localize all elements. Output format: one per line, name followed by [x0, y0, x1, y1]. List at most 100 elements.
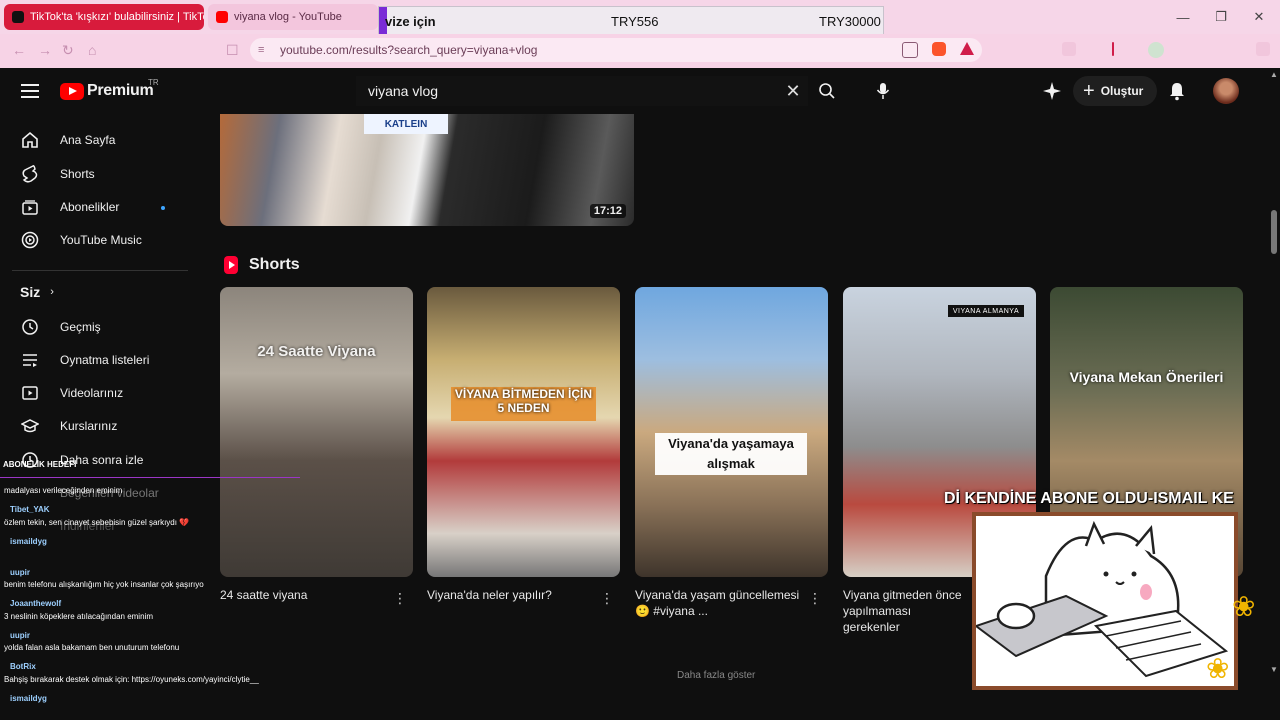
create-button[interactable]: + Oluştur: [1073, 76, 1157, 106]
youtube-play-icon: [60, 82, 84, 100]
minimize-icon[interactable]: —: [1164, 0, 1202, 34]
logo-text: Premium: [87, 82, 154, 99]
sidebar-item-label: Geçmiş: [60, 320, 101, 334]
more-options-icon[interactable]: ⋮: [393, 590, 407, 607]
video-thumbnail[interactable]: KATLEIN 17:12: [220, 114, 634, 226]
shorts-logo-icon: [224, 256, 238, 274]
extension-icon[interactable]: [1062, 42, 1076, 56]
short-title[interactable]: Viyana'da yaşam güncellemesi 🙂 #viyana .…: [635, 587, 801, 619]
search-button[interactable]: [810, 76, 844, 106]
sidebar-item-subscriptions[interactable]: Abonelikler: [0, 191, 200, 223]
sunflower-decoration-icon: ❀: [1206, 653, 1230, 684]
youtube-premium-icon-button[interactable]: [1042, 76, 1066, 106]
scroll-down-icon[interactable]: ▼: [1270, 665, 1278, 674]
chat-username: Tibet_YAK: [10, 505, 50, 514]
chat-message: madalyası verileceğinden eminim: [4, 486, 123, 495]
profile-icon[interactable]: [1148, 42, 1164, 58]
sidebar-item-youtube-music[interactable]: YouTube Music: [0, 224, 200, 256]
bongo-cat-overlay: [972, 512, 1238, 690]
menu-icon[interactable]: [1256, 42, 1270, 56]
sunflower-decoration-icon: ❀: [1232, 591, 1256, 622]
history-icon: [20, 317, 40, 337]
sidebar-you-header[interactable]: Siz ›: [20, 284, 54, 300]
sidebar-item-your-videos[interactable]: Videolarınız: [0, 377, 200, 409]
tab-youtube[interactable]: viyana vlog - YouTube: [208, 4, 378, 30]
site-info-icon[interactable]: ≡: [258, 44, 270, 56]
donation-goal-overlay: vize için TRY556 TRY30000: [378, 6, 884, 36]
search-input[interactable]: viyana vlog ✕: [356, 76, 808, 106]
short-card[interactable]: Viyana'da yaşamaya alışmak: [635, 287, 828, 577]
more-options-icon[interactable]: ⋮: [808, 590, 822, 607]
rewards-icon[interactable]: [960, 42, 974, 55]
sidebar-item-label: Shorts: [60, 167, 95, 181]
video-duration: 17:12: [589, 204, 626, 218]
stream-chat-overlay: ABONELİK HEDEFİ madalyası verileceğinden…: [0, 456, 300, 720]
avatar[interactable]: [1213, 78, 1239, 104]
donation-goal: TRY30000: [819, 14, 881, 29]
scrollbar-thumb[interactable]: [1271, 210, 1277, 254]
donation-current: TRY556: [611, 14, 659, 29]
sidebar-item-shorts[interactable]: Shorts: [0, 158, 200, 190]
shorts-title: Shorts: [249, 256, 300, 273]
more-options-icon[interactable]: ⋮: [600, 590, 614, 607]
chevron-right-icon: ›: [50, 286, 54, 298]
your-videos-icon: [20, 383, 40, 403]
tiktok-icon: [12, 11, 24, 23]
subscriptions-icon: [20, 197, 40, 217]
country-code: TR: [148, 78, 159, 87]
close-icon[interactable]: ✕: [1240, 0, 1278, 34]
sidebar-item-playlists[interactable]: Oynatma listeleri: [0, 344, 200, 376]
playlists-icon: [20, 350, 40, 370]
donation-label: vize için: [385, 14, 436, 29]
short-title[interactable]: Viyana'da neler yapılır?: [427, 587, 593, 603]
window-controls: — ❐ ✕: [1164, 0, 1278, 34]
show-more-text[interactable]: Daha fazla göster: [677, 670, 755, 681]
sidebar-item-label: Kurslarınız: [60, 419, 118, 433]
reload-icon[interactable]: ↻: [62, 42, 74, 59]
tab-tiktok[interactable]: TikTok'ta 'kışkızı' bulabilirsiniz | Tik…: [4, 4, 204, 30]
short-title[interactable]: Viyana gitmeden önce yapılmaması gereken…: [843, 587, 969, 635]
back-icon[interactable]: ←: [12, 42, 26, 58]
brave-shield-icon[interactable]: [932, 42, 946, 56]
cat-illustration: [973, 520, 1229, 678]
sparkle-icon: [1043, 82, 1061, 100]
chat-message: 3 neslinin köpeklere atılacağından emini…: [4, 612, 153, 621]
chat-username: Joaanthewolf: [10, 599, 62, 608]
scrollbar[interactable]: ▲ ▼: [1268, 70, 1280, 680]
hamburger-menu-icon[interactable]: [21, 84, 39, 98]
sidebar-item-history[interactable]: Geçmiş: [0, 311, 200, 343]
home-icon: [20, 130, 40, 150]
short-card[interactable]: VİYANA BİTMEDEN İÇİN 5 NEDEN: [427, 287, 620, 577]
subscriber-goal-bar: [0, 472, 300, 478]
forward-icon[interactable]: →: [38, 42, 52, 58]
sidebar-divider: [12, 270, 188, 271]
home-browser-icon[interactable]: ⌂: [88, 42, 96, 58]
music-icon: [20, 230, 40, 250]
url-text: youtube.com/results?search_query=viyana+…: [280, 43, 538, 57]
sidebar-item-label: Abonelikler: [60, 200, 120, 214]
sidebar-item-home[interactable]: Ana Sayfa: [0, 124, 200, 156]
youtube-logo[interactable]: Premium TR: [60, 78, 159, 100]
address-bar[interactable]: ≡ youtube.com/results?search_query=viyan…: [250, 38, 982, 62]
scroll-up-icon[interactable]: ▲: [1270, 70, 1278, 79]
sidebar-item-courses[interactable]: Kurslarınız: [0, 410, 200, 442]
create-label: Oluştur: [1100, 84, 1144, 98]
maximize-icon[interactable]: ❐: [1202, 0, 1240, 34]
voice-search-button[interactable]: [866, 76, 900, 106]
chat-message: özlem tekin, sen cinayet sebebisin güzel…: [4, 518, 190, 527]
cast-icon[interactable]: [902, 42, 918, 58]
chat-message: yolda falan asla bakamam ben unuturum te…: [4, 643, 180, 652]
thumbnail-sign-text: KATLEIN: [364, 114, 448, 134]
courses-icon: [20, 416, 40, 436]
sidebar-item-label: Oynatma listeleri: [60, 353, 150, 367]
chat-message: Bahşiş bırakarak destek olmak için: http…: [4, 675, 259, 684]
sidebar-item-label: Videolarınız: [60, 386, 124, 400]
short-overlay-text: 24 Saatte Viyana: [257, 343, 376, 360]
subscriber-goal-label: ABONELİK HEDEFİ: [3, 460, 77, 469]
shorts-icon: [20, 164, 40, 184]
clear-search-icon[interactable]: ✕: [778, 81, 808, 102]
plus-icon: +: [1083, 80, 1095, 102]
bookmark-icon[interactable]: ☐: [226, 42, 239, 59]
notifications-button[interactable]: [1168, 76, 1190, 106]
short-overlay-text: Viyana'da yaşamaya alışmak: [655, 433, 807, 475]
